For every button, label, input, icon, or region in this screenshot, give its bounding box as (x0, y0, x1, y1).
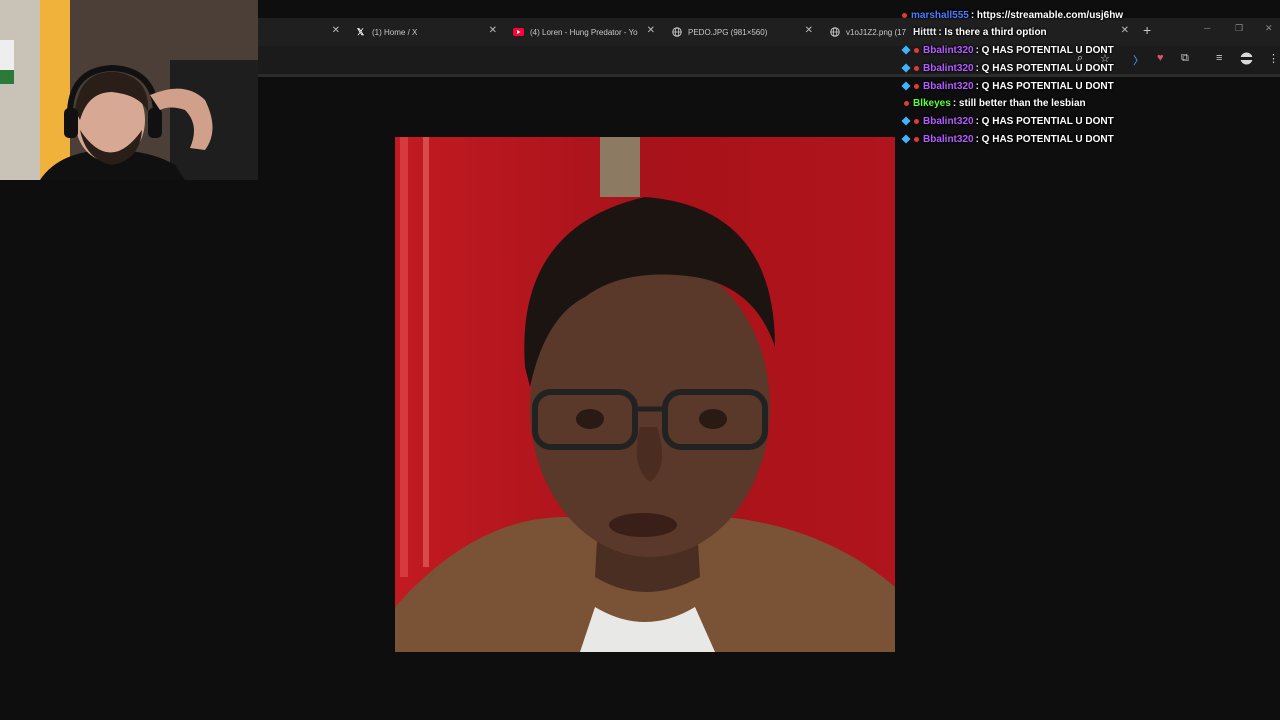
chat-username: Hitttt (913, 26, 937, 38)
chat-text: : https://streamable.com/usj6hw (970, 9, 1124, 21)
chat-message: Bbalint320 : Q HAS POTENTIAL U DONT (901, 130, 1114, 148)
webcam-illustration (0, 0, 258, 180)
tab-x-home[interactable]: 𝕏 (1) Home / X ✕ (355, 18, 497, 46)
extension-icon[interactable]: ♥ (1157, 52, 1164, 64)
chat-username: Blkeyes (913, 97, 951, 109)
reading-list-icon[interactable]: ≡ (1216, 52, 1222, 64)
chat-username: Bbalint320 (923, 62, 974, 74)
tab-title: (4) Loren - Hung Predator - Yo (530, 27, 638, 37)
tab-close-icon[interactable]: ✕ (1121, 25, 1129, 36)
chat-username: Bbalint320 (923, 44, 974, 56)
chat-username: Bbalint320 (923, 115, 974, 127)
chat-message: marshall555 : https://streamable.com/usj… (902, 6, 1123, 24)
sub-badge-icon (901, 45, 911, 55)
tab-close-icon[interactable]: ✕ (332, 25, 340, 36)
extensions-puzzle-icon[interactable]: ⧉ (1181, 52, 1189, 65)
maximize-icon[interactable]: ❐ (1235, 23, 1243, 34)
menu-kebab-icon[interactable]: ⋮ (1268, 52, 1279, 65)
chat-username: Bbalint320 (923, 80, 974, 92)
tab-youtube[interactable]: (4) Loren - Hung Predator - Yo ✕ (513, 18, 655, 46)
profile-avatar[interactable] (1240, 52, 1253, 68)
sub-badge-icon (901, 134, 911, 144)
youtube-icon (513, 27, 524, 38)
tab-close-icon[interactable]: ✕ (647, 25, 655, 36)
chat-badge-icon (914, 118, 919, 124)
tab-title: (1) Home / X (372, 27, 418, 37)
chat-text: : Q HAS POTENTIAL U DONT (975, 133, 1114, 145)
tab-blank[interactable]: ✕ (262, 18, 340, 46)
tab-close-icon[interactable]: ✕ (489, 25, 497, 36)
tab-close-icon[interactable]: ✕ (805, 25, 813, 36)
chat-text: : Q HAS POTENTIAL U DONT (975, 62, 1114, 74)
chat-message: Hitttt : Is there a third option (913, 23, 1047, 41)
displayed-image (395, 137, 895, 652)
chat-badge-icon (914, 65, 919, 71)
sub-badge-icon (901, 81, 911, 91)
chat-text: : Is there a third option (938, 26, 1047, 38)
tab-title: PEDO.JPG (981×560) (688, 27, 768, 37)
chat-message: Blkeyes : still better than the lesbian (904, 94, 1086, 112)
chat-message: Bbalint320 : Q HAS POTENTIAL U DONT (901, 59, 1114, 77)
chat-text: : still better than the lesbian (952, 97, 1086, 109)
streamer-webcam (0, 0, 258, 180)
sub-badge-icon (901, 63, 911, 73)
chat-badge-icon (902, 12, 907, 18)
globe-icon (671, 27, 682, 38)
tab-image-pedo[interactable]: PEDO.JPG (981×560) ✕ (671, 18, 813, 46)
chat-message: Bbalint320 : Q HAS POTENTIAL U DONT (901, 77, 1114, 95)
chat-badge-icon (904, 100, 909, 106)
new-tab-button[interactable]: + (1143, 22, 1151, 38)
chat-text: : Q HAS POTENTIAL U DONT (975, 44, 1114, 56)
chat-badge-icon (914, 83, 919, 89)
chat-username: marshall555 (911, 9, 969, 21)
sub-badge-icon (901, 116, 911, 126)
chat-badge-icon (914, 136, 919, 142)
chat-text: : Q HAS POTENTIAL U DONT (975, 115, 1114, 127)
x-logo-icon: 𝕏 (356, 26, 365, 37)
chat-badge-icon (914, 47, 919, 53)
chat-message: Bbalint320 : Q HAS POTENTIAL U DONT (901, 112, 1114, 130)
chat-message: Bbalint320 : Q HAS POTENTIAL U DONT (901, 41, 1114, 59)
portrait-illustration (395, 137, 895, 652)
globe-icon (829, 27, 840, 38)
window-close-icon[interactable]: ✕ (1265, 23, 1273, 34)
extension-audio-icon[interactable]: 〉 (1133, 52, 1144, 68)
chat-username: Bbalint320 (923, 133, 974, 145)
minimize-icon[interactable]: ─ (1204, 23, 1210, 33)
tab-title: v1oJ1Z2.png (17 (846, 27, 907, 37)
chat-text: : Q HAS POTENTIAL U DONT (975, 80, 1114, 92)
